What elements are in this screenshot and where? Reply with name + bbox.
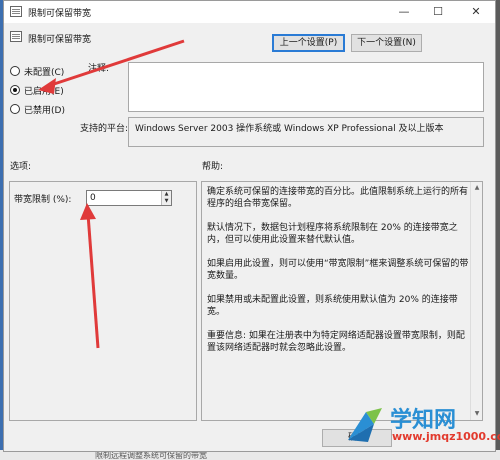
help-paragraph: 重要信息: 如果在注册表中为特定网络适配器设置带宽限制，则配置该网络适配器时就会… — [207, 331, 465, 353]
watermark-logo-icon — [348, 408, 382, 442]
help-paragraph: 确定系统可保留的连接带宽的百分比。此值限制系统上运行的所有程序的组合带宽保留。 — [207, 187, 469, 209]
stepper-buttons[interactable]: ▲ ▼ — [161, 191, 171, 205]
radio-indicator[interactable] — [10, 66, 20, 76]
radio-indicator[interactable] — [10, 104, 20, 114]
bandwidth-limit-label: 带宽限制 (%): — [14, 195, 72, 205]
maximize-button[interactable]: ☐ — [424, 1, 452, 23]
prev-setting-button[interactable]: 上一个设置(P) — [272, 34, 345, 52]
radio-indicator[interactable] — [10, 85, 20, 95]
options-panel: 带宽限制 (%): 0 ▲ ▼ — [9, 181, 197, 421]
help-scrollbar[interactable]: ▲ ▼ — [470, 182, 482, 420]
next-setting-button[interactable]: 下一个设置(N) — [351, 34, 422, 52]
help-section-label: 帮助: — [202, 162, 224, 172]
policy-icon — [10, 6, 22, 17]
policy-name: 限制可保留带宽 — [28, 35, 92, 45]
radio-label: 已启用(E) — [24, 86, 64, 97]
options-section-label: 选项: — [10, 162, 32, 172]
help-paragraph: 默认情况下，数据包计划程序将系统限制在 20% 的连接带宽之内，但可以使用此设置… — [207, 223, 458, 245]
help-paragraph: 如果禁用或未配置此设置，则系统使用默认值为 20% 的连接带宽。 — [207, 295, 458, 317]
bandwidth-limit-value[interactable]: 0 — [90, 193, 96, 203]
platform-value: Windows Server 2003 操作系统或 Windows XP Pro… — [128, 117, 484, 147]
policy-dialog: 限制可保留带宽 — ☐ ✕ 限制可保留带宽 上一个设置(P) 下一个设置(N) … — [3, 0, 496, 452]
watermark-url: www.jmqz1000.com — [392, 430, 500, 443]
scroll-up-icon[interactable]: ▲ — [471, 182, 483, 194]
radio-disabled[interactable]: 已禁用(D) — [10, 102, 65, 116]
radio-enabled[interactable]: 已启用(E) — [10, 83, 64, 97]
platform-label: 支持的平台: — [80, 124, 129, 134]
radio-not-configured[interactable]: 未配置(C) — [10, 64, 64, 78]
policy-header: 限制可保留带宽 上一个设置(P) 下一个设置(N) — [4, 23, 495, 57]
help-panel: 确定系统可保留的连接带宽的百分比。此值限制系统上运行的所有程序的组合带宽保留。 … — [201, 181, 483, 421]
stepper-up-icon[interactable]: ▲ — [162, 191, 171, 198]
comment-textarea[interactable] — [128, 62, 484, 112]
close-button[interactable]: ✕ — [462, 1, 490, 23]
title-bar[interactable]: 限制可保留带宽 — ☐ ✕ — [4, 1, 495, 23]
radio-label: 未配置(C) — [24, 67, 65, 78]
stepper-down-icon[interactable]: ▼ — [162, 198, 171, 205]
window-title: 限制可保留带宽 — [28, 9, 92, 19]
watermark: 学知网 www.jmqz1000.com — [344, 400, 500, 450]
minimize-button[interactable]: — — [390, 1, 418, 23]
help-paragraph: 如果启用此设置，则可以使用“带宽限制”框来调整系统可保留的带宽数量。 — [207, 259, 469, 281]
policy-icon — [10, 31, 22, 42]
bandwidth-limit-stepper[interactable]: 0 ▲ ▼ — [86, 190, 172, 206]
comment-label: 注释: — [88, 64, 110, 74]
radio-label: 已禁用(D) — [24, 105, 65, 116]
